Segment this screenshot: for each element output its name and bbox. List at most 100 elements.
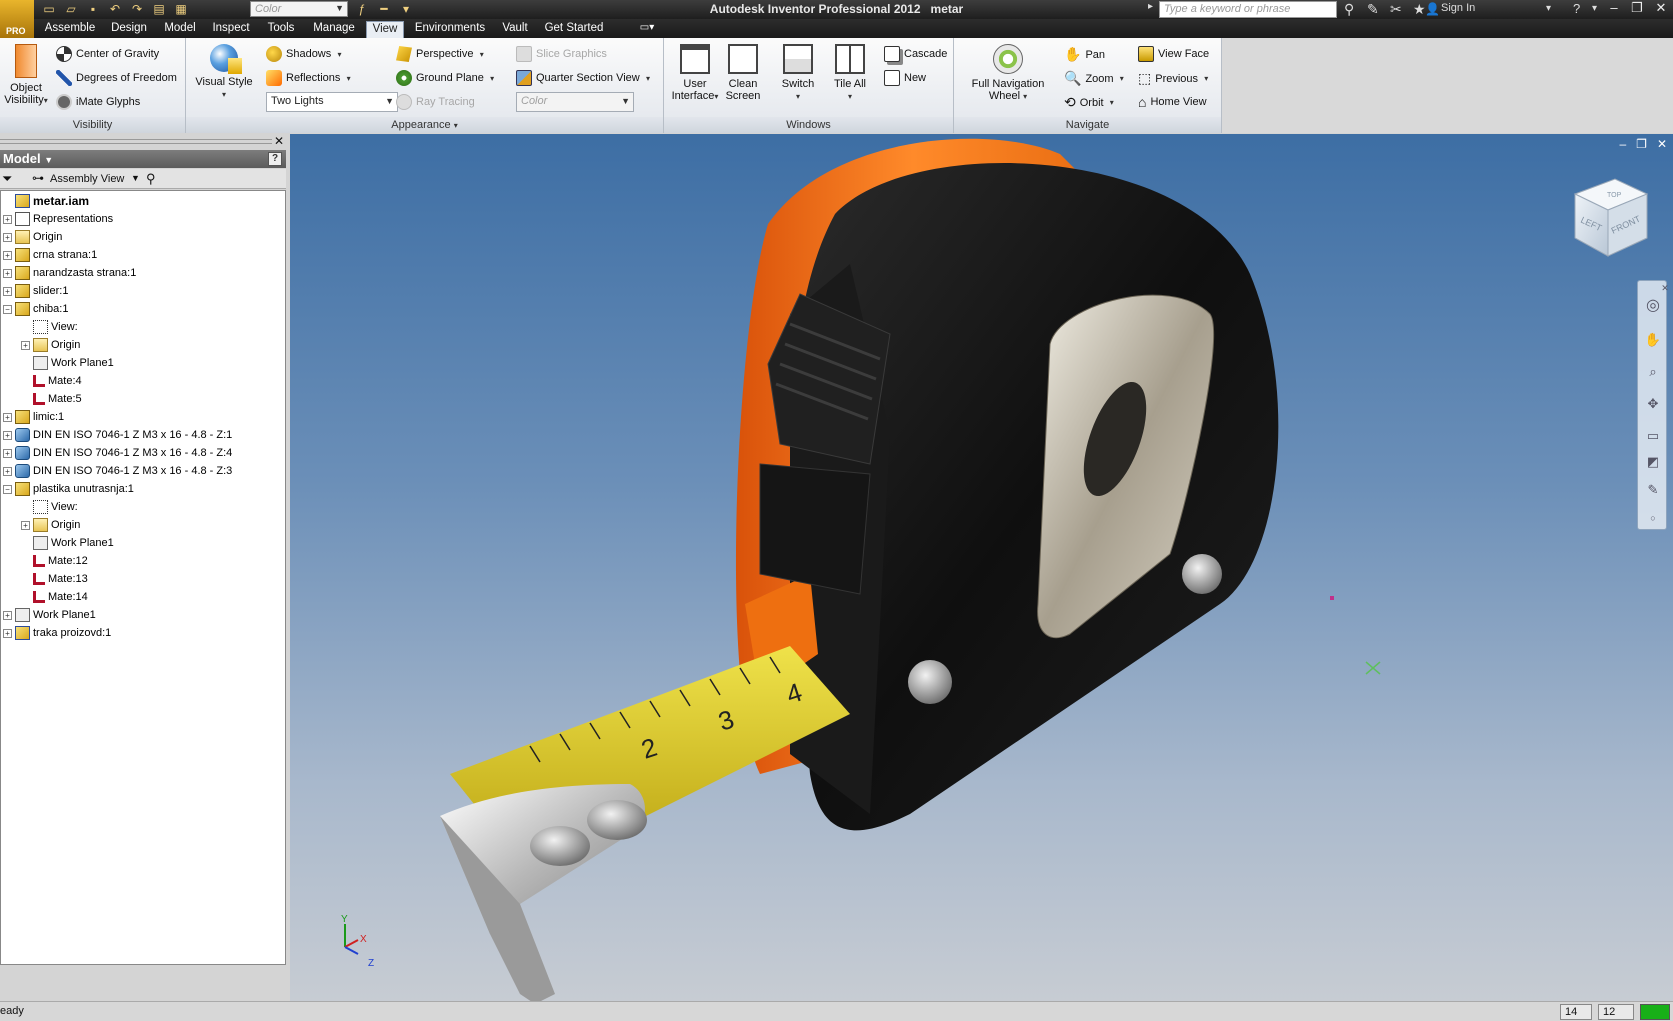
tree-node[interactable]: + Representations (3, 210, 113, 228)
close-window-button[interactable]: ✕ (1650, 0, 1672, 18)
project-icon[interactable]: ▦ (174, 3, 188, 16)
switch-window-button[interactable]: Switch ▾ (776, 44, 820, 103)
chevron-down-icon[interactable]: ▼ (131, 173, 140, 183)
subscription-icon[interactable]: ✎ (1367, 1, 1379, 18)
tree-node[interactable]: View: (21, 498, 78, 516)
ground-plane-button[interactable]: Ground Plane ▾ (396, 70, 494, 86)
tree-node[interactable]: + Origin (21, 516, 80, 534)
tree-node[interactable]: + Origin (21, 336, 80, 354)
center-of-gravity-button[interactable]: Center of Gravity (56, 46, 159, 62)
tab-vault[interactable]: Vault (496, 21, 534, 38)
tree-node[interactable]: − chiba:1 (3, 300, 68, 318)
tree-node[interactable]: + DIN EN ISO 7046-1 Z M3 x 16 - 4.8 - Z:1 (3, 426, 232, 444)
expand-toggle-icon[interactable]: + (3, 214, 12, 224)
browser-grip[interactable] (0, 139, 272, 144)
tree-node[interactable]: Mate:5 (21, 390, 82, 408)
user-interface-button[interactable]: User Interface▾ (670, 44, 720, 103)
tree-node[interactable]: + Work Plane1 (3, 606, 96, 624)
expand-toggle-icon[interactable]: + (3, 268, 12, 278)
ray-tracing-button[interactable]: Ray Tracing (396, 94, 475, 110)
measure-icon[interactable]: ━ (377, 3, 391, 16)
expand-toggle-icon[interactable]: + (3, 232, 12, 242)
help-icon[interactable]: ? (1573, 1, 1580, 16)
tab-inspect[interactable]: Inspect (206, 21, 256, 38)
quarter-section-view-button[interactable]: Quarter Section View ▾ (516, 70, 650, 86)
tree-node[interactable]: + Origin (3, 228, 62, 246)
find-binoculars-icon[interactable]: ⚲ (146, 171, 156, 187)
look-at-icon[interactable]: ▭ (1644, 427, 1662, 445)
tree-node[interactable]: Mate:14 (21, 588, 88, 606)
highlight-icon[interactable]: ✎ (1644, 481, 1662, 499)
zoom-button[interactable]: 🔍 Zoom ▾ (1064, 70, 1124, 87)
app-menu-button[interactable]: PRO (0, 0, 34, 38)
view-face-icon[interactable]: ◩ (1644, 453, 1662, 471)
color-override-select[interactable]: Color ▼ (516, 92, 634, 112)
orbit-icon[interactable]: ✥ (1644, 395, 1662, 413)
assembly-view-select[interactable]: Assembly View (50, 173, 124, 185)
maximize-button[interactable]: ❐ (1626, 0, 1648, 18)
reflections-button[interactable]: Reflections ▾ (266, 70, 351, 86)
expand-toggle-icon[interactable]: + (3, 286, 12, 296)
tab-manage[interactable]: Manage (306, 21, 362, 38)
tab-tools[interactable]: Tools (262, 21, 300, 38)
object-visibility-button[interactable]: Object Visibility▾ (4, 44, 48, 107)
clean-screen-button[interactable]: Clean Screen (722, 44, 764, 102)
help-search-input[interactable]: Type a keyword or phrase (1159, 1, 1337, 18)
tab-get-started[interactable]: Get Started (540, 21, 608, 38)
tree-node[interactable]: + traka proizovd:1 (3, 624, 111, 642)
orbit-button[interactable]: ⟲ Orbit ▾ (1064, 94, 1114, 111)
expand-toggle-icon[interactable]: − (3, 484, 12, 494)
close-icon[interactable]: ✕ (274, 134, 284, 148)
perspective-button[interactable]: Perspective ▾ (396, 46, 484, 62)
tree-node[interactable]: + DIN EN ISO 7046-1 Z M3 x 16 - 4.8 - Z:3 (3, 462, 232, 480)
tree-node[interactable]: + narandzasta strana:1 (3, 264, 136, 282)
new-window-button[interactable]: New (884, 70, 926, 86)
binoculars-icon[interactable]: ⚲ (1344, 1, 1354, 18)
tree-node[interactable]: − plastika unutrasnja:1 (3, 480, 134, 498)
tree-node[interactable]: Mate:12 (21, 552, 88, 570)
visual-style-button[interactable]: Visual Style ▾ (194, 44, 254, 101)
minimize-button[interactable]: – (1603, 0, 1625, 18)
help-icon[interactable]: ? (268, 152, 282, 166)
expand-toggle-icon[interactable]: + (3, 430, 12, 440)
tree-node[interactable]: + limic:1 (3, 408, 64, 426)
sign-in-dropdown-icon[interactable]: ▾ (1546, 3, 1551, 14)
lighting-style-select[interactable]: Two Lights ▼ (266, 92, 398, 112)
expand-toggle-icon[interactable]: + (21, 340, 30, 350)
tree-node[interactable]: metar.iam (3, 192, 89, 210)
degrees-of-freedom-button[interactable]: Degrees of Freedom (56, 70, 177, 86)
tab-view[interactable]: View (366, 21, 404, 38)
zoom-icon[interactable]: ⌕ (1644, 363, 1662, 381)
expand-toggle-icon[interactable]: + (3, 250, 12, 260)
browser-header[interactable]: Model ▼ ? (0, 150, 286, 168)
previous-view-button[interactable]: ⬚ Previous ▾ (1138, 70, 1208, 87)
tree-node[interactable]: + crna strana:1 (3, 246, 97, 264)
filter-icon[interactable]: ⏷ (2, 171, 12, 187)
favorites-star-icon[interactable]: ★ (1413, 1, 1426, 18)
slice-graphics-button[interactable]: Slice Graphics (516, 46, 607, 62)
help-dropdown-icon[interactable]: ▾ (1592, 3, 1597, 14)
open-file-icon[interactable]: ▱ (64, 3, 78, 16)
new-file-icon[interactable]: ▭ (42, 3, 56, 16)
tree-node[interactable]: Work Plane1 (21, 354, 114, 372)
full-navigation-wheel-button[interactable]: Full Navigation Wheel ▾ (962, 44, 1054, 103)
graphics-viewport[interactable]: – ❐ ✕ 2 3 4 TOP LEFT FRONT Y X Z ✕ ◎ ✋ ⌕… (290, 134, 1673, 1001)
expand-toggle-icon[interactable]: + (3, 628, 12, 638)
print-icon[interactable]: ▤ (152, 3, 166, 16)
imate-glyphs-button[interactable]: iMate Glyphs (56, 94, 140, 110)
expand-toggle-icon[interactable]: + (3, 610, 12, 620)
steering-wheel-icon[interactable]: ◎ (1644, 297, 1662, 315)
tile-all-button[interactable]: Tile All ▾ (828, 44, 872, 103)
pan-hand-icon[interactable]: ✋ (1644, 331, 1662, 349)
viewcube[interactable]: TOP LEFT FRONT (1573, 178, 1649, 257)
ribbon-options-icon[interactable]: ▭▾ (632, 21, 662, 38)
undo-icon[interactable]: ↶ (108, 3, 122, 16)
shadows-button[interactable]: Shadows ▾ (266, 46, 342, 62)
tree-node[interactable]: Mate:13 (21, 570, 88, 588)
tab-assemble[interactable]: Assemble (40, 21, 100, 38)
tab-model[interactable]: Model (158, 21, 202, 38)
tab-environments[interactable]: Environments (410, 21, 490, 38)
cascade-button[interactable]: Cascade (884, 46, 947, 62)
communication-icon[interactable]: ✂ (1390, 1, 1402, 18)
tree-node[interactable]: + DIN EN ISO 7046-1 Z M3 x 16 - 4.8 - Z:4 (3, 444, 232, 462)
